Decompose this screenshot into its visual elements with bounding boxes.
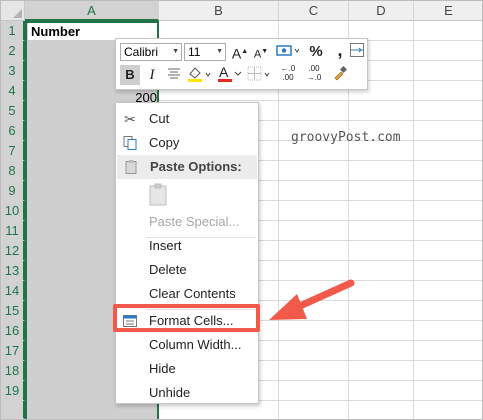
annotation-arrow-icon — [269, 279, 355, 320]
spreadsheet-window: A B C D E 1 2 3 4 5 6 7 8 9 10 11 12 13 … — [0, 0, 483, 420]
